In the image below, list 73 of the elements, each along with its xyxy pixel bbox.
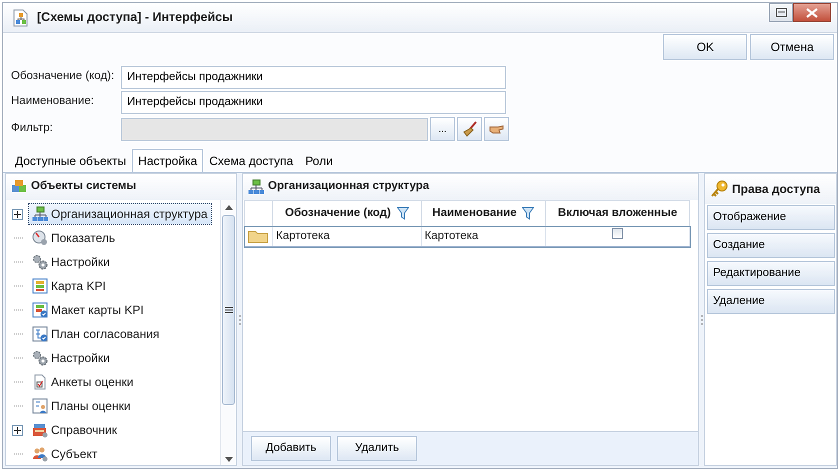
tree-item[interactable]: Справочник: [28, 419, 121, 441]
tree-item[interactable]: Показатель: [28, 227, 120, 249]
restore-icon: [776, 8, 786, 17]
close-button[interactable]: [793, 3, 831, 22]
org-chart-icon: [248, 179, 264, 195]
permission-button[interactable]: Создание: [707, 233, 835, 258]
people-icon: [32, 446, 48, 462]
close-icon: [806, 8, 818, 18]
checklist-document-icon: [32, 374, 48, 390]
field-label: Фильтр:: [11, 121, 54, 136]
tree-item[interactable]: Настройки: [28, 347, 114, 369]
expand-toggle[interactable]: [12, 424, 22, 436]
folder-icon: [248, 228, 268, 243]
approval-plan-icon: [32, 326, 48, 342]
window-title: [Схемы доступа] - Интерфейсы: [37, 9, 233, 26]
scroll-up-icon: [224, 205, 232, 210]
gears-icon: [32, 254, 48, 270]
column-header[interactable]: Обозначение (код): [272, 200, 422, 226]
broom-icon: [462, 121, 478, 137]
browse-button[interactable]: ...: [430, 117, 455, 141]
panel-title: Организационная структура: [268, 179, 430, 194]
delete-button[interactable]: Удалить: [337, 436, 417, 461]
tree-item[interactable]: Настройки: [28, 251, 114, 273]
tab[interactable]: Схема доступа: [203, 149, 300, 172]
pointing-hand-icon: [488, 123, 504, 135]
tab[interactable]: Доступные объекты: [9, 149, 132, 172]
tree-item[interactable]: Планы оценки: [28, 395, 135, 417]
plus-icon: [14, 426, 20, 434]
tree-item[interactable]: Субъект: [28, 443, 102, 465]
filter-icon: [522, 207, 534, 220]
tree-item[interactable]: План согласования: [28, 323, 164, 345]
gauge-icon: [32, 230, 48, 246]
table-cell: Картотека: [272, 226, 422, 246]
document-icon: [13, 8, 29, 26]
tree-item[interactable]: Макет карты KPI: [28, 299, 148, 321]
column-header[interactable]: Включая вложенные: [546, 200, 690, 226]
permission-button[interactable]: Редактирование: [707, 261, 835, 286]
kpi-card-icon: [32, 278, 48, 294]
input-field[interactable]: Интерфейсы продажники: [121, 90, 506, 114]
panel-title: Объекты системы: [31, 179, 136, 194]
field-label: Наименование:: [11, 94, 95, 110]
cubes-icon: [11, 179, 27, 195]
expand-toggle[interactable]: [12, 208, 22, 220]
scrollbar[interactable]: [220, 200, 236, 465]
org-chart-icon: [32, 206, 48, 222]
tree-item[interactable]: Организационная структура: [28, 203, 212, 225]
plus-icon: [14, 210, 20, 218]
apply-filter-button[interactable]: [484, 117, 509, 141]
permission-button[interactable]: Отображение: [707, 205, 835, 230]
tab[interactable]: Настройка: [132, 149, 204, 172]
column-header[interactable]: Наименование: [421, 200, 546, 226]
scroll-down-icon: [224, 457, 232, 462]
clear-filter-button[interactable]: [457, 117, 482, 141]
filter-icon: [396, 207, 409, 220]
grip-icon: [224, 307, 232, 313]
table-cell: Картотека: [421, 226, 546, 246]
catalog-icon: [32, 422, 48, 438]
evaluation-plan-icon: [32, 398, 48, 414]
gears-icon: [32, 350, 48, 366]
permission-button[interactable]: Удаление: [707, 289, 835, 314]
tree-item[interactable]: Карта KPI: [28, 275, 110, 297]
tab[interactable]: Роли: [299, 149, 339, 172]
kpi-template-icon: [32, 302, 48, 318]
add-button[interactable]: Добавить: [251, 436, 331, 461]
restore-button[interactable]: [769, 3, 793, 22]
panel-title: Права доступа: [732, 181, 820, 198]
key-icon: [710, 180, 728, 198]
checkbox[interactable]: [612, 228, 624, 239]
cancel-button[interactable]: Отмена: [750, 34, 834, 60]
tree-item[interactable]: Анкеты оценки: [28, 371, 138, 393]
input-field[interactable]: Интерфейсы продажники: [121, 66, 506, 88]
field-label: Обозначение (код):: [11, 69, 116, 84]
ok-button[interactable]: OK: [663, 34, 748, 60]
